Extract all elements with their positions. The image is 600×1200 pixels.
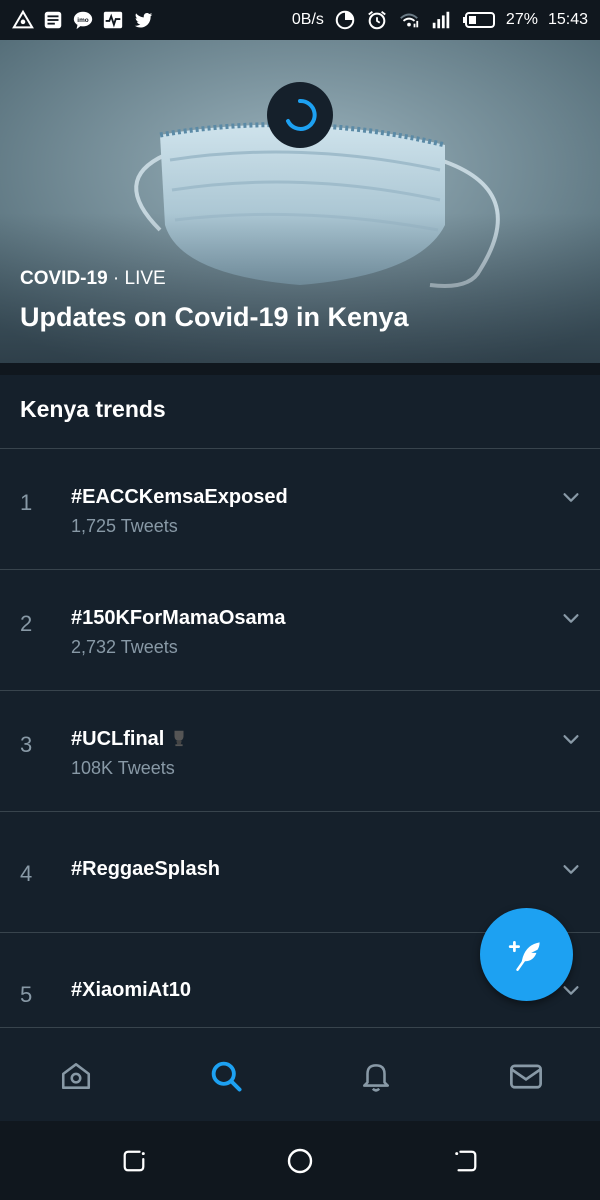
trend-tweet-count: 1,725 Tweets	[71, 516, 178, 536]
signal-icon	[430, 9, 452, 31]
chevron-down-icon[interactable]	[560, 728, 582, 750]
hero-separator: ·	[107, 268, 125, 289]
hero-title[interactable]: Updates on Covid-19 in Kenya	[20, 302, 409, 333]
alert-triangle-icon	[12, 9, 34, 31]
compose-feather-icon	[508, 940, 540, 971]
recent-apps-button[interactable]	[120, 1147, 148, 1175]
data-usage-icon	[334, 9, 356, 31]
trophy-icon	[174, 730, 184, 747]
trend-tweet-count: 2,732 Tweets	[71, 637, 178, 657]
home-system-button[interactable]	[286, 1147, 314, 1175]
home-icon	[61, 1063, 91, 1089]
home-circle-icon	[287, 1148, 313, 1174]
search-icon	[211, 1061, 242, 1092]
activity-icon	[102, 9, 124, 31]
chevron-down-icon[interactable]	[560, 858, 582, 880]
trend-item[interactable]: 1 #EACCKemsaExposed 1,725 Tweets	[0, 449, 600, 569]
tab-messages[interactable]	[506, 1056, 546, 1096]
hero-live-label: LIVE	[124, 268, 166, 289]
news-icon	[42, 9, 64, 31]
tab-home[interactable]	[56, 1056, 96, 1096]
trend-rank: 2	[20, 611, 33, 636]
battery-percent: 27%	[505, 11, 538, 28]
system-nav-bar	[0, 1121, 600, 1200]
status-right: 0B/s 27% 15:43	[292, 9, 588, 31]
trend-rank: 5	[20, 982, 33, 1007]
twitter-icon	[132, 9, 154, 31]
chevron-down-icon[interactable]	[560, 607, 582, 629]
trend-item[interactable]: 3 #UCLfinal 108K Tweets	[0, 691, 600, 811]
trends-heading: Kenya trends	[20, 396, 166, 422]
trend-name[interactable]: #UCLfinal	[71, 728, 188, 751]
recent-apps-icon	[123, 1150, 145, 1172]
covid-hero-card[interactable]: COVID-19 · LIVE Updates on Covid-19 in K…	[0, 40, 600, 363]
trend-item[interactable]: 2 #150KForMamaOsama 2,732 Tweets	[0, 570, 600, 690]
battery-icon	[462, 9, 496, 31]
trend-name[interactable]: #150KForMamaOsama	[71, 607, 286, 630]
alarm-icon	[366, 9, 388, 31]
trend-rank: 1	[20, 490, 33, 515]
tab-notifications[interactable]	[356, 1056, 396, 1096]
status-bar: imo 0B/s 27% 15:43	[0, 0, 600, 40]
back-button[interactable]	[452, 1147, 480, 1175]
trend-rank: 4	[20, 861, 33, 886]
compose-tweet-button[interactable]	[480, 908, 573, 1001]
svg-text:imo: imo	[77, 17, 88, 24]
notifications-icon	[363, 1064, 389, 1092]
tab-search[interactable]	[206, 1056, 246, 1096]
section-gap	[0, 363, 600, 375]
imo-icon: imo	[72, 9, 94, 31]
trend-tweet-count: 108K Tweets	[71, 758, 175, 778]
trend-name[interactable]: #EACCKemsaExposed	[71, 486, 288, 509]
bottom-tab-bar	[0, 1027, 600, 1121]
messages-icon	[510, 1064, 542, 1089]
trend-name[interactable]: #XiaomiAt10	[71, 979, 191, 1002]
hero-category: COVID-19	[20, 268, 108, 289]
loading-spinner-icon	[267, 82, 333, 148]
chevron-down-icon[interactable]	[560, 486, 582, 508]
trend-rank: 3	[20, 732, 33, 757]
back-icon	[455, 1150, 477, 1172]
wifi-icon	[398, 9, 420, 31]
trend-name[interactable]: #ReggaeSplash	[71, 858, 220, 881]
net-speed: 0B/s	[291, 11, 324, 28]
hero-meta: COVID-19 · LIVE	[20, 268, 166, 290]
status-left-icons: imo	[12, 9, 154, 31]
trend-name-text: #UCLfinal	[71, 728, 165, 750]
clock-time: 15:43	[547, 11, 588, 28]
